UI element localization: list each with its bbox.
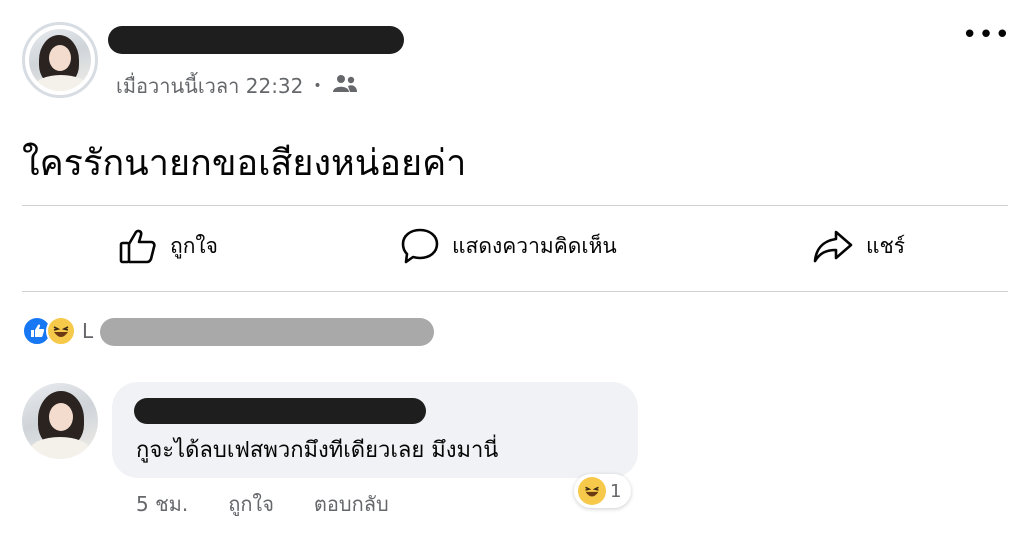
comment-label: แสดงความคิดเห็น bbox=[452, 233, 617, 258]
share-arrow-icon bbox=[812, 226, 854, 266]
more-options-icon[interactable]: ••• bbox=[962, 20, 1011, 50]
haha-icon bbox=[46, 316, 76, 346]
post-body-text: ใครรักนายกขอเสียงหน่อยค่า bbox=[22, 143, 467, 184]
like-label: ถูกใจ bbox=[170, 233, 218, 258]
reaction-count: 1 bbox=[610, 480, 622, 502]
commenter-avatar[interactable] bbox=[22, 383, 98, 459]
divider-bottom bbox=[22, 291, 1008, 292]
reaction-names-redaction bbox=[100, 318, 434, 346]
comment-reaction-count[interactable]: 1 bbox=[574, 474, 632, 508]
commenter-name-redaction bbox=[134, 398, 426, 424]
reaction-names: L bbox=[82, 319, 94, 343]
avatar-photo bbox=[29, 29, 91, 91]
post-author-avatar[interactable] bbox=[22, 22, 98, 98]
comment-reply-link[interactable]: ตอบกลับ bbox=[314, 488, 389, 520]
post-timestamp[interactable]: เมื่อวานนี้เวลา 22:32 bbox=[116, 70, 303, 102]
comment-like-link[interactable]: ถูกใจ bbox=[228, 488, 274, 520]
divider-top bbox=[22, 205, 1008, 206]
share-label: แชร์ bbox=[866, 233, 906, 258]
comment-time[interactable]: 5 ชม. bbox=[136, 488, 188, 520]
post-meta: เมื่อวานนี้เวลา 22:32 • bbox=[116, 70, 358, 102]
comment-bubble-icon bbox=[400, 226, 440, 266]
friends-icon[interactable] bbox=[332, 74, 358, 99]
reaction-summary[interactable]: L bbox=[22, 316, 93, 346]
comment-button[interactable]: แสดงความคิดเห็น bbox=[400, 226, 617, 266]
like-thumb-icon bbox=[118, 226, 158, 266]
share-button[interactable]: แชร์ bbox=[812, 226, 905, 266]
like-button[interactable]: ถูกใจ bbox=[118, 226, 218, 266]
haha-icon bbox=[578, 477, 606, 505]
author-name-redaction bbox=[108, 26, 404, 54]
comment-text: กูจะได้ลบเฟสพวกมึงทีเดียวเลย มึงมานี่ bbox=[136, 438, 499, 463]
meta-separator: • bbox=[313, 78, 322, 94]
comment-actions: 5 ชม. ถูกใจ ตอบกลับ bbox=[136, 488, 389, 520]
